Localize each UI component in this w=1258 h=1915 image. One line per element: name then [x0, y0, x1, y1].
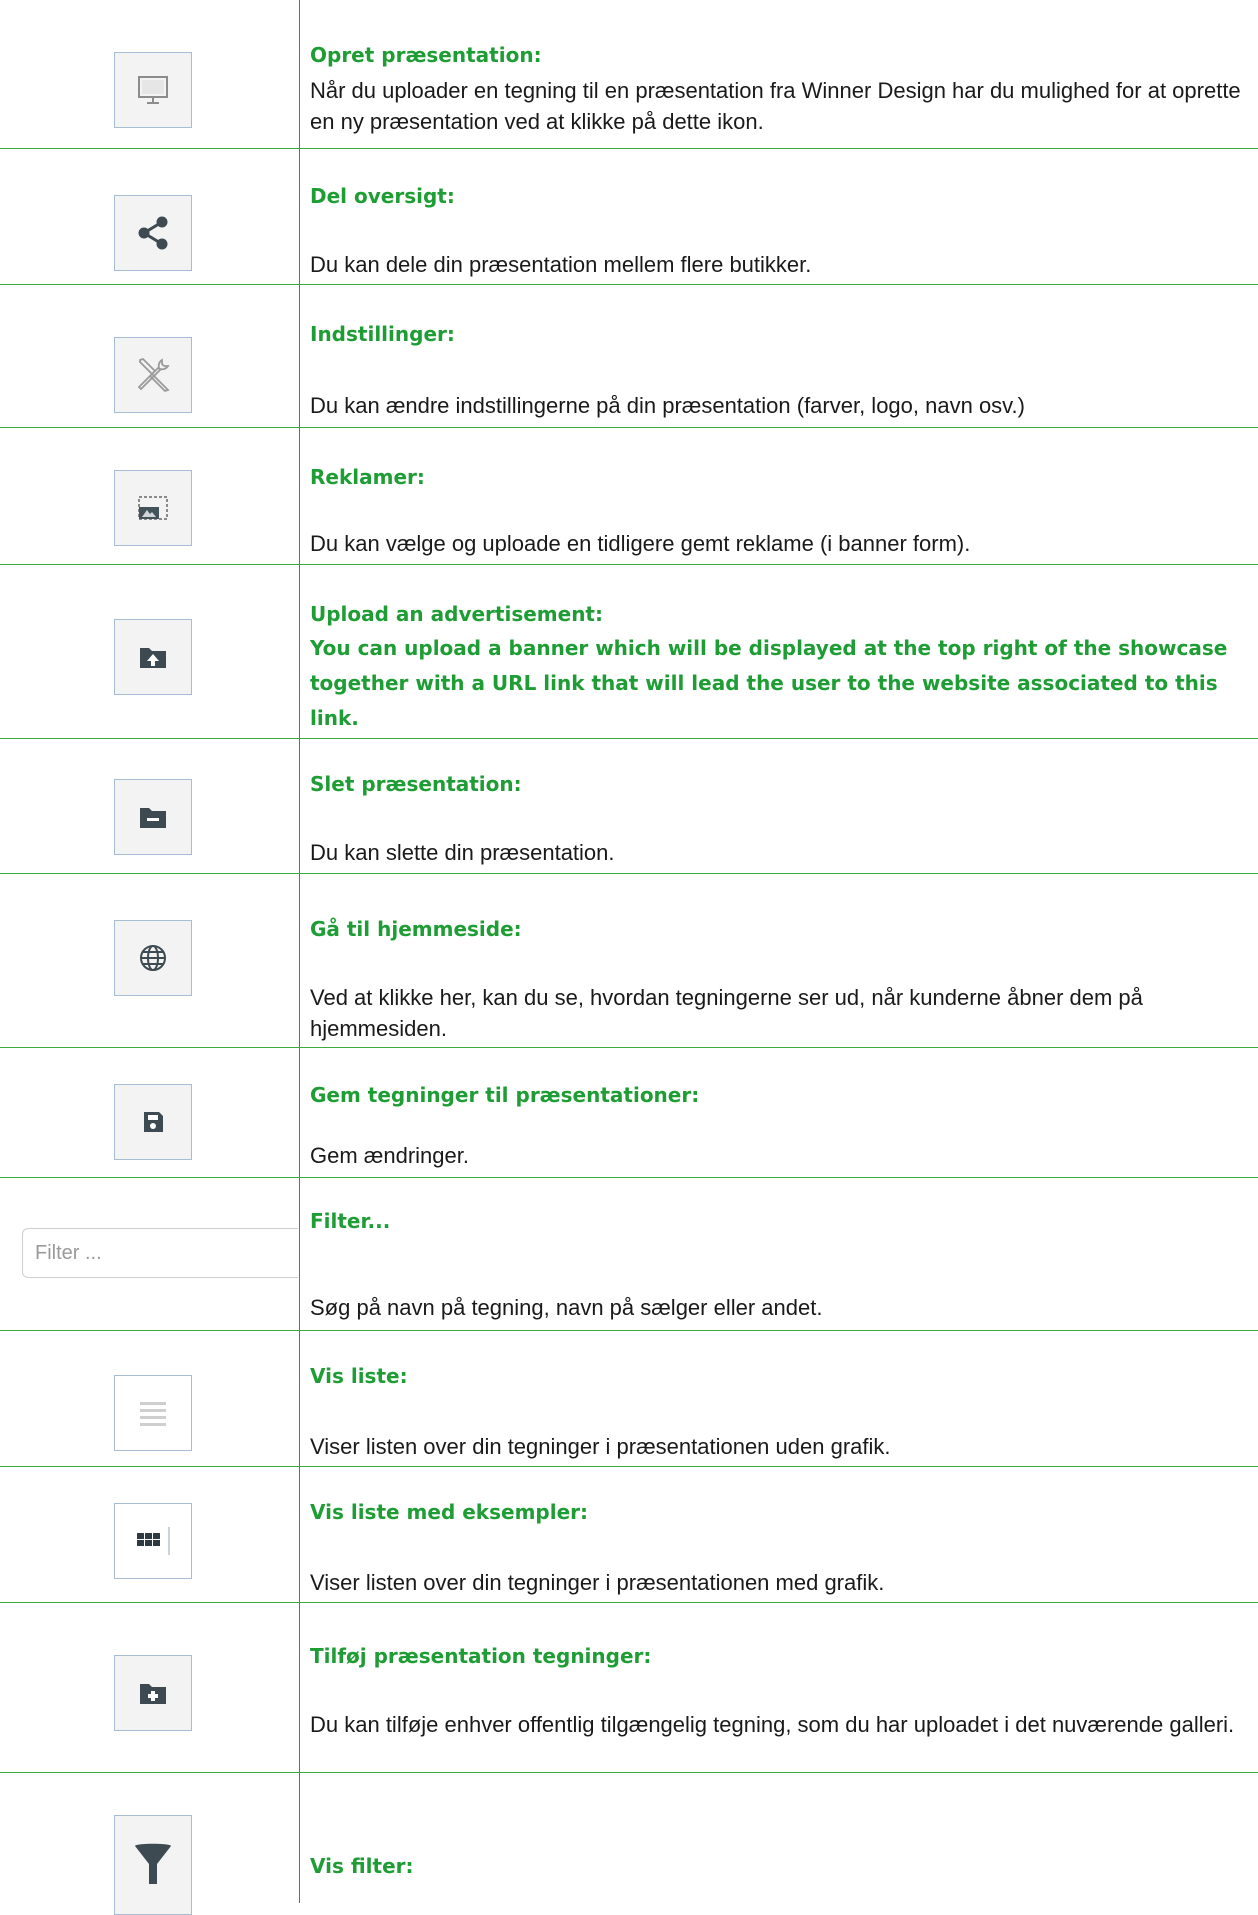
row-title: Indstillinger:	[310, 322, 455, 346]
funnel-icon[interactable]	[114, 1815, 192, 1915]
row-description: Du kan vælge og uploade en tidligere gem…	[310, 531, 971, 556]
row-title: Upload an advertisement:	[310, 602, 603, 626]
row-title: Slet præsentation:	[310, 772, 522, 796]
row-title: Vis liste:	[310, 1364, 408, 1388]
row-description: Viser listen over din tegninger i præsen…	[310, 1434, 891, 1459]
row-title: Tilføj præsentation tegninger:	[310, 1644, 652, 1668]
globe-icon[interactable]	[114, 920, 192, 996]
row-filter: Filter... Søg på navn på tegning, navn p…	[0, 1178, 1258, 1331]
row-title: Reklamer:	[310, 465, 425, 489]
row-title: Gem tegninger til præsentationer:	[310, 1083, 700, 1107]
row-title: Vis liste med eksempler:	[310, 1500, 589, 1524]
row-title: Del oversigt:	[310, 184, 455, 208]
wrench-screwdriver-icon[interactable]	[114, 337, 192, 413]
row-description: Når du uploader en tegning til en præsen…	[310, 78, 1241, 134]
row-description: Du kan tilføje enhver offentlig tilgænge…	[310, 1712, 1235, 1737]
share-icon[interactable]	[114, 195, 192, 271]
row-description: Du kan dele din præsentation mellem fler…	[310, 252, 812, 277]
filter-input[interactable]	[22, 1228, 298, 1278]
row-description: Du kan slette din præsentation.	[310, 840, 615, 865]
row-title: Filter...	[310, 1209, 391, 1233]
row-description: Viser listen over din tegninger i præsen…	[310, 1570, 885, 1595]
row-vis-filter: Vis filter:	[0, 1773, 1258, 1915]
row-tilfoej-tegninger: Tilføj præsentation tegninger: Du kan ti…	[0, 1603, 1258, 1773]
monitor-icon[interactable]	[114, 52, 192, 128]
row-title: Gå til hjemmeside:	[310, 917, 522, 941]
row-indstillinger: Indstillinger: Du kan ændre indstillinge…	[0, 285, 1258, 428]
grid-icon[interactable]	[114, 1503, 192, 1579]
banner-image-icon[interactable]	[114, 470, 192, 546]
row-reklamer: Reklamer: Du kan vælge og uploade en tid…	[0, 428, 1258, 565]
list-icon[interactable]	[114, 1375, 192, 1451]
folder-upload-icon[interactable]	[114, 619, 192, 695]
row-description: Gem ændringer.	[310, 1143, 469, 1168]
row-description: Ved at klikke her, kan du se, hvordan te…	[310, 985, 1143, 1041]
row-title: Vis filter:	[310, 1854, 414, 1878]
row-upload-advertisement: Upload an advertisement: You can upload …	[0, 565, 1258, 739]
row-description: Søg på navn på tegning, navn på sælger e…	[310, 1295, 823, 1320]
row-vis-liste-med-eksempler: Vis liste med eksempler: Viser listen ov…	[0, 1467, 1258, 1603]
row-description: Du kan ændre indstillingerne på din præs…	[310, 393, 1025, 418]
row-slet-praesentation: Slet præsentation: Du kan slette din præ…	[0, 739, 1258, 874]
row-gaa-til-hjemmeside: Gå til hjemmeside: Ved at klikke her, ka…	[0, 874, 1258, 1048]
row-del-oversigt: Del oversigt: Du kan dele din præsentati…	[0, 149, 1258, 285]
row-vis-liste: Vis liste: Viser listen over din tegning…	[0, 1331, 1258, 1467]
row-opret-praesentation: Opret præsentation: Når du uploader en t…	[0, 0, 1258, 149]
row-description: You can upload a banner which will be di…	[310, 636, 1228, 730]
row-gem-tegninger: Gem tegninger til præsentationer: Gem æn…	[0, 1048, 1258, 1178]
save-icon[interactable]	[114, 1084, 192, 1160]
folder-remove-icon[interactable]	[114, 779, 192, 855]
row-title: Opret præsentation:	[310, 43, 542, 67]
folder-add-icon[interactable]	[114, 1655, 192, 1731]
